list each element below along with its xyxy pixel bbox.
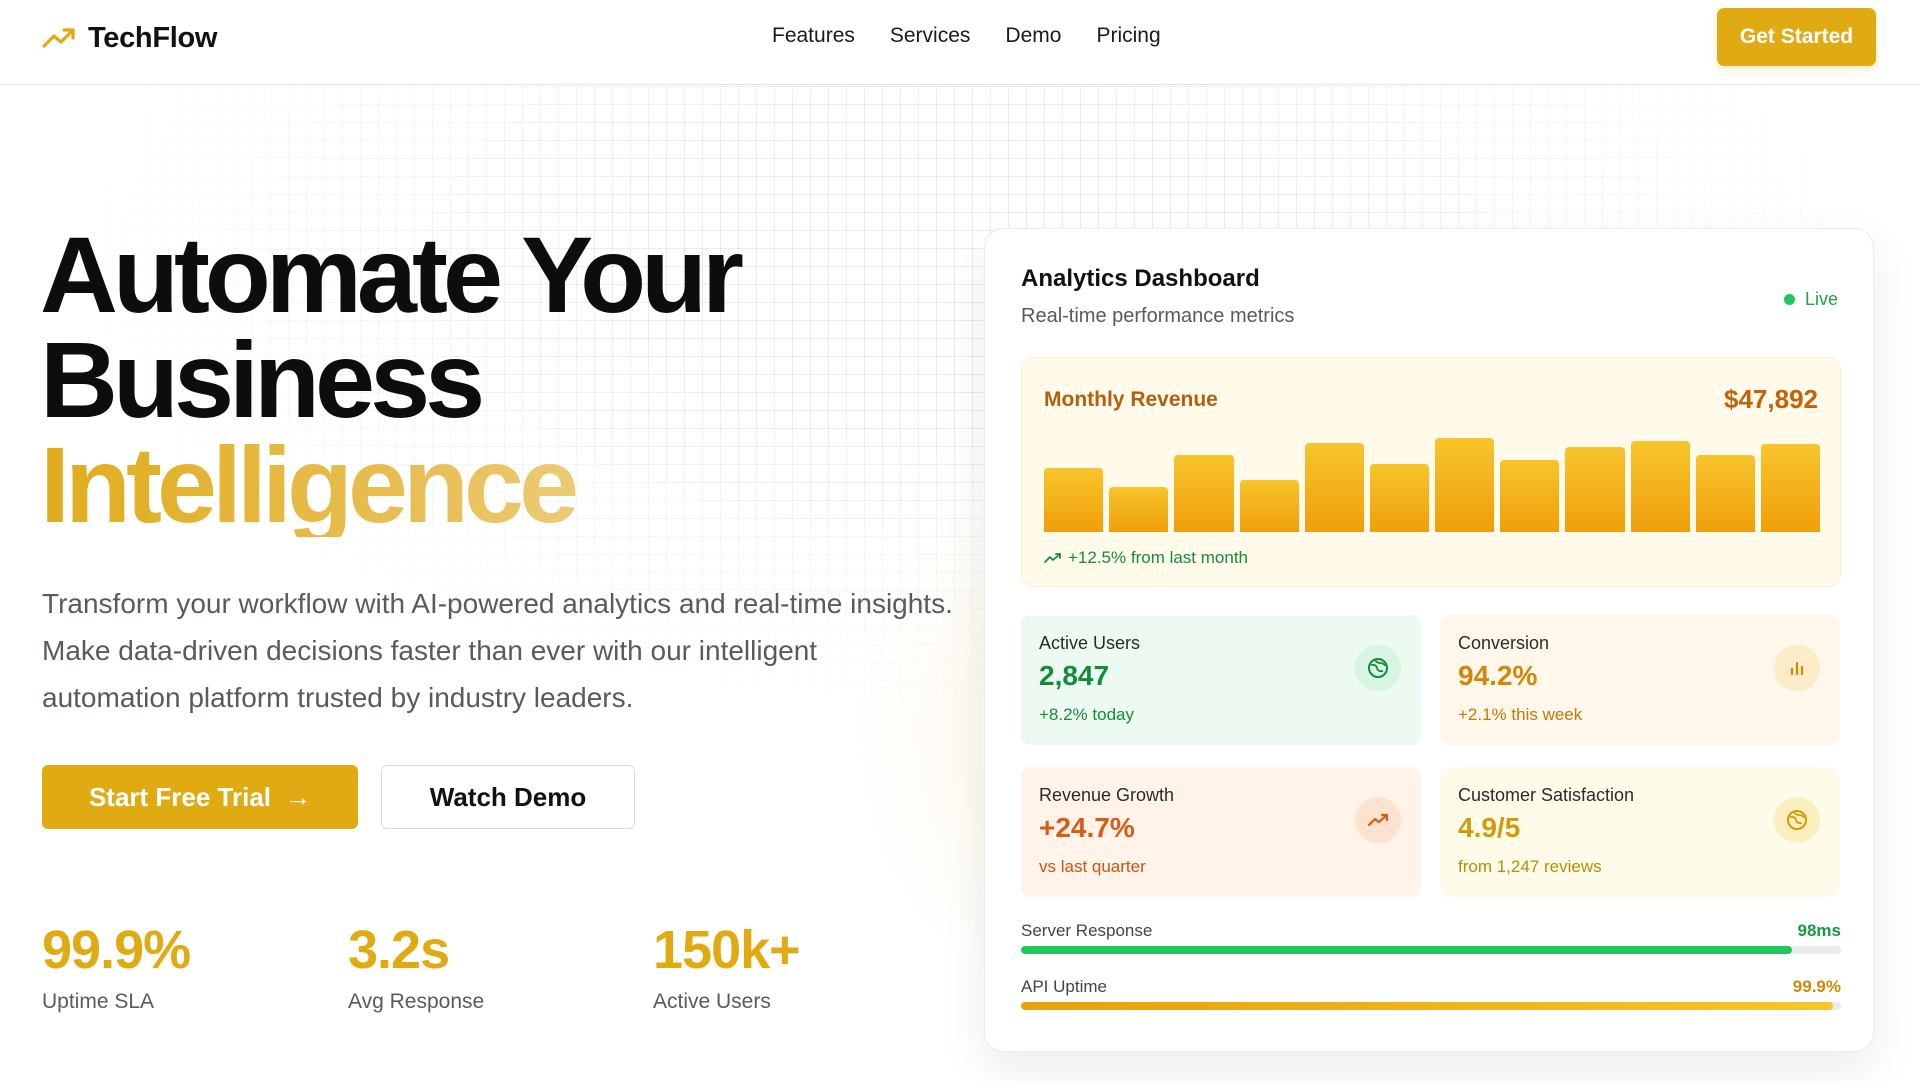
get-started-button[interactable]: Get Started: [1717, 8, 1876, 66]
globe-icon: [1774, 797, 1820, 843]
arrow-right-icon: →: [285, 781, 312, 812]
stat-label: Avg Response: [348, 990, 485, 1013]
nav-pricing[interactable]: Pricing: [1096, 24, 1160, 48]
stat-value: 99.9%: [42, 920, 191, 980]
live-status: Live: [1783, 289, 1838, 310]
metric-note: vs last quarter: [1039, 857, 1146, 876]
revenue-bar: [1304, 443, 1364, 532]
stat-response: 3.2s Avg Response: [348, 918, 608, 1014]
metric-label: Revenue Growth: [1039, 785, 1175, 805]
start-free-trial-label: Start Free Trial: [88, 781, 272, 812]
hero-title-line-1: Automate Your: [40, 214, 744, 335]
revenue-bar: [1109, 487, 1169, 532]
progress-label: Server Response: [1021, 921, 1153, 940]
start-free-trial-button[interactable]: Start Free Trial →: [42, 765, 358, 829]
progress-track: [1021, 946, 1841, 954]
revenue-amount: $47,892: [1724, 384, 1818, 414]
main-nav: Features Services Demo Pricing: [772, 24, 1161, 48]
revenue-bar: [1044, 468, 1104, 532]
stat-users: 150k+ Active Users: [653, 918, 913, 1014]
revenue-label: Monthly Revenue: [1044, 388, 1218, 411]
brand-name: TechFlow: [88, 21, 218, 54]
stat-label: Active Users: [653, 990, 771, 1013]
progress-value: 99.9%: [1792, 977, 1841, 996]
hero-title-accent: Intelligence: [40, 431, 739, 539]
revenue-change-text: +12.5% from last month: [1068, 548, 1249, 567]
revenue-bar: [1435, 438, 1495, 532]
progress-track: [1021, 1002, 1841, 1010]
brand-logo[interactable]: TechFlow: [42, 18, 217, 58]
revenue-bar: [1695, 455, 1755, 532]
stat-uptime: 99.9% Uptime SLA: [42, 918, 302, 1014]
progress-label: API Uptime: [1021, 977, 1107, 996]
nav-services[interactable]: Services: [890, 24, 971, 48]
monthly-revenue-panel: Monthly Revenue $47,892 +12.5% from last…: [1021, 357, 1841, 587]
metric-label: Conversion: [1458, 633, 1550, 653]
bar-chart-icon: [1774, 645, 1820, 691]
stat-value: 3.2s: [348, 920, 450, 980]
revenue-bar: [1239, 480, 1299, 532]
revenue-change: +12.5% from last month: [1044, 548, 1248, 568]
metric-note: from 1,247 reviews: [1458, 857, 1602, 876]
revenue-bar: [1630, 441, 1690, 532]
hero-description: Transform your workflow with AI-powered …: [42, 588, 953, 713]
metric-customer-satisfaction: Customer Satisfaction 4.9/5 from 1,247 r…: [1440, 767, 1840, 897]
nav-features[interactable]: Features: [772, 24, 855, 48]
metric-value: 94.2%: [1458, 660, 1538, 691]
analytics-dashboard-card: Analytics Dashboard Real-time performanc…: [984, 228, 1874, 1052]
revenue-bar: [1565, 447, 1625, 532]
nav-demo[interactable]: Demo: [1005, 24, 1061, 48]
globe-icon: [1355, 645, 1401, 691]
metric-label: Customer Satisfaction: [1458, 785, 1635, 805]
revenue-bar: [1500, 460, 1560, 532]
metric-active-users: Active Users 2,847 +8.2% today: [1021, 615, 1421, 745]
metric-conversion: Conversion 94.2% +2.1% this week: [1440, 615, 1840, 745]
dashboard-subtitle: Real-time performance metrics: [1021, 305, 1295, 327]
metric-note: +2.1% this week: [1458, 705, 1583, 724]
live-label: Live: [1804, 289, 1838, 309]
metric-value: +24.7%: [1039, 812, 1135, 843]
dashboard-title: Analytics Dashboard: [1021, 265, 1260, 292]
hero-title: Automate Your Business Intelligence: [40, 214, 744, 539]
stat-value: 150k+: [653, 920, 801, 980]
revenue-bar-chart: [1044, 438, 1821, 532]
metric-value: 4.9/5: [1458, 812, 1521, 843]
revenue-bar: [1760, 444, 1821, 532]
metric-revenue-growth: Revenue Growth +24.7% vs last quarter: [1021, 767, 1421, 897]
hero-title-line-2: Business: [40, 319, 485, 440]
server-response-bar: [1021, 946, 1792, 954]
trending-up-icon: [42, 28, 75, 48]
stat-label: Uptime SLA: [42, 990, 155, 1013]
trending-up-icon: [1044, 553, 1061, 563]
trending-up-icon: [1355, 797, 1401, 843]
live-dot-icon: [1783, 294, 1795, 305]
metric-note: +8.2% today: [1039, 705, 1134, 724]
site-header: TechFlow Features Services Demo Pricing …: [0, 0, 1920, 85]
watch-demo-button[interactable]: Watch Demo: [381, 765, 635, 829]
revenue-bar: [1369, 464, 1430, 532]
metric-value: 2,847: [1039, 660, 1110, 691]
revenue-bar: [1174, 455, 1234, 532]
progress-value: 98ms: [1797, 921, 1841, 940]
api-uptime-bar: [1021, 1002, 1833, 1010]
metric-label: Active Users: [1039, 633, 1141, 653]
